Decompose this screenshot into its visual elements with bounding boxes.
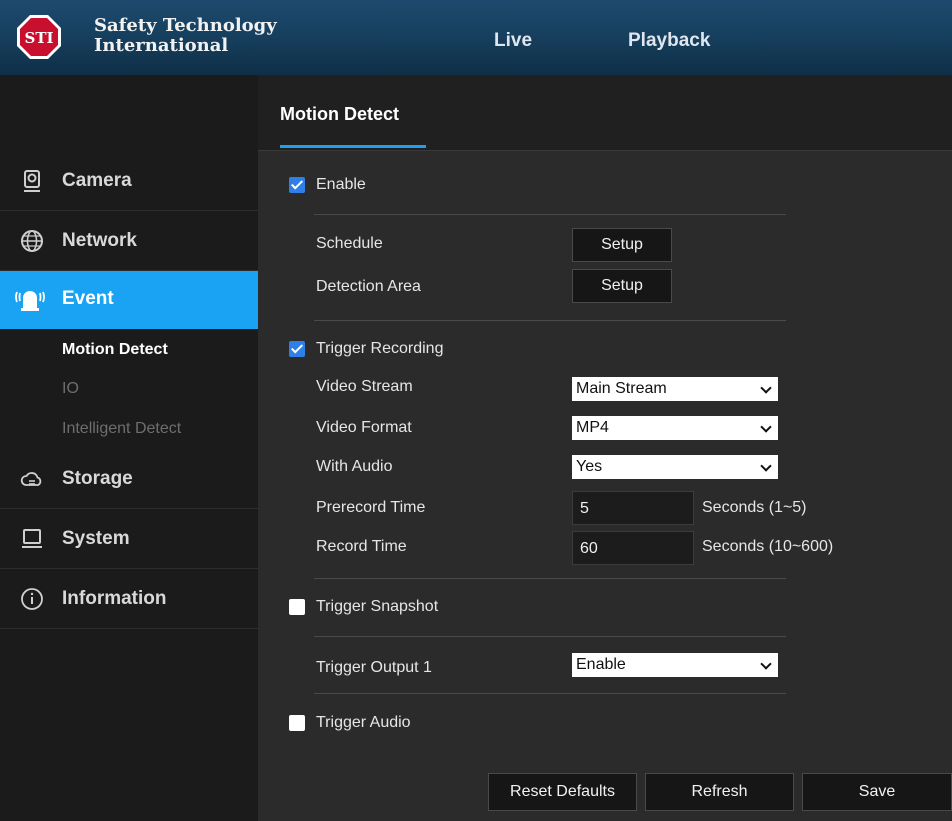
tab-motion-detect[interactable]: Motion Detect xyxy=(280,104,399,125)
video-stream-label: Video Stream xyxy=(316,378,413,395)
sidebar-item-label: Camera xyxy=(62,169,132,191)
brand-line2: International xyxy=(94,35,229,56)
trigger-snapshot-checkbox[interactable] xyxy=(289,599,305,615)
divider xyxy=(314,636,786,637)
sidebar-item-network[interactable]: Network xyxy=(0,211,258,271)
schedule-label: Schedule xyxy=(316,235,383,252)
video-stream-value: Main Stream xyxy=(576,380,667,397)
trigger-audio-label: Trigger Audio xyxy=(316,714,411,731)
monitor-icon xyxy=(22,529,42,548)
brand-name: Safety Technology International xyxy=(94,16,277,56)
brand-line1: Safety Technology xyxy=(94,15,277,36)
subnav-intelligent-detect[interactable]: Intelligent Detect xyxy=(62,420,181,438)
subnav-motion-detect[interactable]: Motion Detect xyxy=(62,341,168,359)
sidebar-item-label: Network xyxy=(62,229,137,251)
sidebar-item-camera[interactable]: Camera xyxy=(0,151,258,211)
prerecord-time-label: Prerecord Time xyxy=(316,499,426,516)
sidebar-item-label: Storage xyxy=(62,467,133,489)
top-header: STI Safety Technology International Live… xyxy=(0,0,952,75)
logo-text: STI xyxy=(24,29,53,47)
info-icon xyxy=(21,588,43,610)
enable-checkbox[interactable] xyxy=(289,177,305,193)
video-format-value: MP4 xyxy=(576,419,609,436)
sidebar-item-system[interactable]: System xyxy=(0,509,258,569)
trigger-snapshot-label: Trigger Snapshot xyxy=(316,598,439,615)
chevron-down-icon xyxy=(760,382,772,394)
trigger-output-label: Trigger Output 1 xyxy=(316,659,432,676)
sidebar-item-label: Event xyxy=(62,288,114,309)
cloud-storage-icon xyxy=(20,472,42,486)
divider xyxy=(314,578,786,579)
alarm-light-icon xyxy=(15,291,45,311)
trigger-output-value: Enable xyxy=(576,656,626,673)
subnav-io[interactable]: IO xyxy=(62,380,79,398)
trigger-recording-label: Trigger Recording xyxy=(316,340,444,357)
tab-bar: Motion Detect xyxy=(258,75,952,151)
prerecord-time-input[interactable]: 5 xyxy=(572,491,694,525)
refresh-button[interactable]: Refresh xyxy=(645,773,794,811)
trigger-output-select[interactable]: Enable xyxy=(572,653,778,677)
sidebar-item-event[interactable]: Event xyxy=(0,271,272,329)
sidebar-item-label: System xyxy=(62,527,130,549)
video-format-label: Video Format xyxy=(316,419,412,436)
detection-area-setup-button[interactable]: Setup xyxy=(572,269,672,303)
record-time-input[interactable]: 60 xyxy=(572,531,694,565)
main-panel: Motion Detect Enable Schedule Setup Dete… xyxy=(258,75,952,821)
divider xyxy=(314,693,786,694)
nav-live[interactable]: Live xyxy=(494,30,532,52)
chevron-down-icon xyxy=(760,460,772,472)
sidebar-item-storage[interactable]: Storage xyxy=(0,449,258,509)
prerecord-time-unit: Seconds (1~5) xyxy=(702,499,807,516)
sti-logo-icon: STI xyxy=(17,15,61,59)
save-button[interactable]: Save xyxy=(802,773,952,811)
network-globe-icon xyxy=(21,230,43,252)
nav-playback[interactable]: Playback xyxy=(628,30,710,52)
chevron-down-icon xyxy=(760,658,772,670)
video-stream-select[interactable]: Main Stream xyxy=(572,377,778,401)
trigger-audio-checkbox[interactable] xyxy=(289,715,305,731)
schedule-setup-button[interactable]: Setup xyxy=(572,228,672,262)
record-time-label: Record Time xyxy=(316,538,407,555)
record-time-unit: Seconds (10~600) xyxy=(702,538,834,555)
with-audio-select[interactable]: Yes xyxy=(572,455,778,479)
with-audio-value: Yes xyxy=(576,458,603,475)
sidebar-item-label: Information xyxy=(62,587,167,609)
with-audio-label: With Audio xyxy=(316,458,393,475)
video-format-select[interactable]: MP4 xyxy=(572,416,778,440)
divider xyxy=(314,320,786,321)
camera-icon xyxy=(24,170,40,192)
trigger-recording-checkbox[interactable] xyxy=(289,341,305,357)
tab-active-indicator xyxy=(280,145,426,148)
sidebar-item-information[interactable]: Information xyxy=(0,569,258,629)
enable-label: Enable xyxy=(316,176,366,193)
sidebar: Camera Network Event Motion Detect IO In… xyxy=(0,75,272,821)
detection-area-label: Detection Area xyxy=(316,278,421,295)
chevron-down-icon xyxy=(760,421,772,433)
divider xyxy=(314,214,786,215)
reset-defaults-button[interactable]: Reset Defaults xyxy=(488,773,637,811)
